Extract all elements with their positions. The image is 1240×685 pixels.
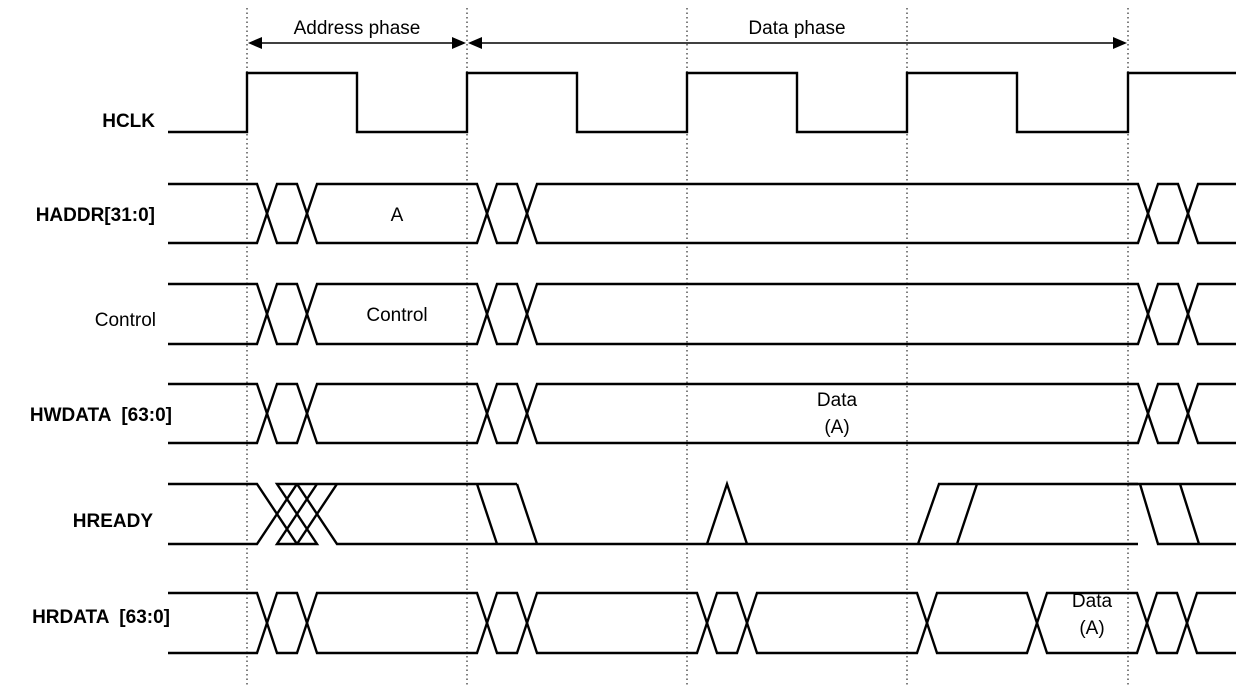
arrowhead-left-icon [248, 37, 262, 49]
data-phase-marker: Data phase [468, 18, 1127, 49]
control-waveform-rail [168, 282, 1236, 346]
arrowhead-right-icon [452, 37, 466, 49]
address-phase-label: Address phase [294, 18, 421, 39]
hready-pulse [705, 480, 749, 545]
bus-waveforms [168, 182, 1236, 655]
signal-label-hready: HREADY [73, 511, 154, 532]
hrdata-value-label-2: (A) [1079, 618, 1104, 639]
control-waveform-rail [168, 282, 1236, 346]
signal-label-haddr: HADDR[31:0] [36, 205, 155, 226]
data-phase-label: Data phase [748, 18, 845, 39]
haddr-waveform-rail [168, 182, 1236, 245]
hready-right-segment [1128, 482, 1236, 546]
signal-label-hwdata: HWDATA [63:0] [30, 405, 172, 426]
hready-rising-edge [916, 482, 1138, 545]
hwdata-waveform-rail [168, 382, 1236, 445]
haddr-value-label: A [391, 205, 404, 226]
arrowhead-right-icon [1113, 37, 1127, 49]
hwdata-waveform-rail [168, 382, 1236, 445]
signal-label-control: Control [95, 310, 156, 331]
signal-label-hrdata: HRDATA [63:0] [32, 607, 170, 628]
hready-waveform [168, 480, 1236, 546]
hrdata-value-label: Data [1072, 591, 1113, 612]
hwdata-value-label: Data [817, 390, 858, 411]
signal-label-hclk: HCLK [102, 111, 155, 132]
control-value-label: Control [366, 305, 427, 326]
hclk-waveform [168, 71, 1236, 134]
haddr-waveform-rail [168, 182, 1236, 245]
address-phase-marker: Address phase [248, 18, 466, 49]
arrowhead-left-icon [468, 37, 482, 49]
timing-diagram: Address phase Data phase HCLK HADDR[31:0… [30, 8, 1236, 685]
hwdata-value-label-2: (A) [824, 417, 849, 438]
hready-left-segment [168, 482, 539, 546]
